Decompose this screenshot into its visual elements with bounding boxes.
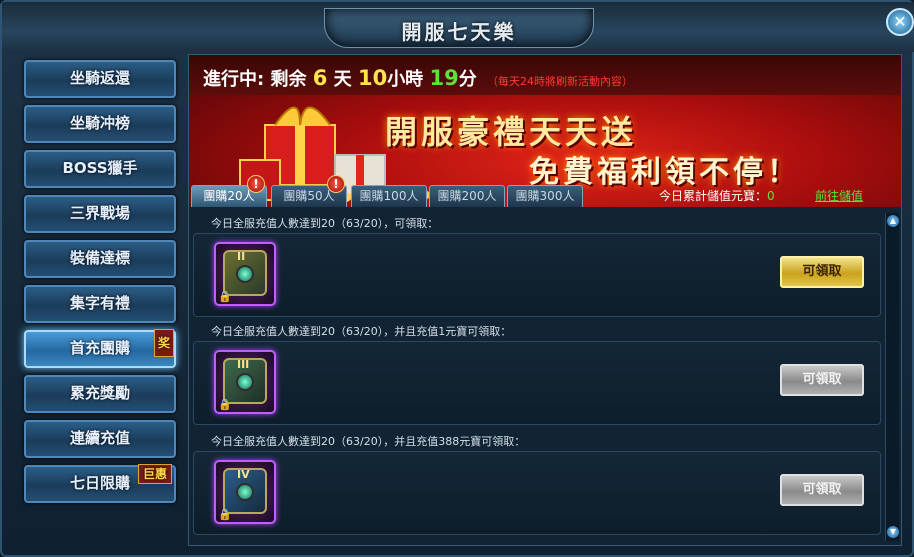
tab-group-buy-300[interactable]: 團購300人	[507, 185, 583, 207]
reward-condition: 今日全服充值人數達到20（63/20），可領取：	[211, 217, 439, 230]
scroll-down-icon[interactable]: ▼	[887, 526, 899, 538]
claim-button-disabled[interactable]: 可領取	[780, 364, 864, 396]
reward-item[interactable]: III 🔒	[214, 350, 276, 414]
lock-icon: 🔒	[218, 398, 232, 411]
sidebar-item-mount-ranking[interactable]: 坐騎冲榜	[24, 105, 176, 143]
reward-row: IV 🔒 可領取	[193, 451, 881, 535]
reward-condition: 今日全服充值人數達到20（63/20），并且充值1元寶可領取：	[211, 325, 512, 338]
cube-number: IV	[237, 468, 250, 481]
tab-group-buy-200[interactable]: 團購200人	[429, 185, 505, 207]
reward-row: III 🔒 可領取	[193, 341, 881, 425]
sidebar-item-label: 首充團購	[69, 339, 130, 357]
scroll-up-icon[interactable]: ▲	[887, 215, 899, 227]
cube-gem-icon	[236, 483, 254, 501]
sidebar-item-collect-words[interactable]: 集字有禮	[24, 285, 176, 323]
claim-button-disabled[interactable]: 可領取	[780, 474, 864, 506]
total-value: 0	[767, 189, 775, 203]
alert-icon: !	[327, 175, 345, 193]
reward-item[interactable]: IV 🔒	[214, 460, 276, 524]
sidebar-item-cumulative[interactable]: 累充獎勵	[24, 375, 176, 413]
lock-icon: 🔒	[218, 508, 232, 521]
sidebar-item-mount-return[interactable]: 坐騎返還	[24, 60, 176, 98]
main-panel: 進行中: 剩余 6 天 10小時 19分 （每天24時將刷新活動內容） 開服豪禮…	[188, 54, 902, 546]
discount-badge: 巨惠	[138, 464, 172, 484]
sidebar-item-group-buy[interactable]: 首充團購 奖	[24, 329, 176, 368]
sidebar-item-limited[interactable]: 七日限購 巨惠	[24, 464, 176, 503]
minutes-unit: 分	[458, 69, 477, 90]
cube-gem-icon	[236, 373, 254, 391]
close-button[interactable]: ✕	[886, 8, 914, 36]
cube-gem-icon	[236, 265, 254, 283]
go-recharge-link[interactable]: 前往儲值	[815, 187, 863, 204]
sidebar-item-battlefield[interactable]: 三界戰場	[24, 195, 176, 233]
refresh-note: （每天24時將刷新活動內容）	[486, 75, 633, 88]
reward-item[interactable]: II 🔒	[214, 242, 276, 306]
total-label: 今日累計儲值元寶：	[659, 189, 768, 203]
daily-recharge-total: 今日累計儲值元寶：0	[659, 187, 775, 204]
cube-number: III	[237, 358, 250, 371]
tab-group-buy-100[interactable]: 團購100人	[351, 185, 427, 207]
scrollbar[interactable]: ▲ ▼	[885, 213, 899, 541]
reward-badge: 奖	[154, 329, 174, 357]
sidebar: 坐騎返還 坐騎冲榜 BOSS獵手 三界戰場 裝備達標 集字有禮 首充團購 奖 累…	[16, 52, 184, 552]
sidebar-item-equipment[interactable]: 裝備達標	[24, 240, 176, 278]
sidebar-item-label: 七日限購	[69, 474, 130, 492]
reward-row: II 🔒 可領取	[193, 233, 881, 317]
claim-button[interactable]: 可領取	[780, 256, 864, 288]
lock-icon: 🔒	[218, 290, 232, 303]
event-window: 開服七天樂 ✕ 坐騎返還 坐騎冲榜 BOSS獵手 三界戰場 裝備達標 集字有禮 …	[0, 0, 914, 557]
reward-condition: 今日全服充值人數達到20（63/20），并且充值388元寶可領取：	[211, 435, 526, 448]
sidebar-item-boss-hunter[interactable]: BOSS獵手	[24, 150, 176, 188]
window-title: 開服七天樂	[401, 20, 517, 44]
alert-icon: !	[247, 175, 265, 193]
cube-number: II	[237, 250, 246, 263]
sidebar-item-consecutive[interactable]: 連續充值	[24, 420, 176, 458]
